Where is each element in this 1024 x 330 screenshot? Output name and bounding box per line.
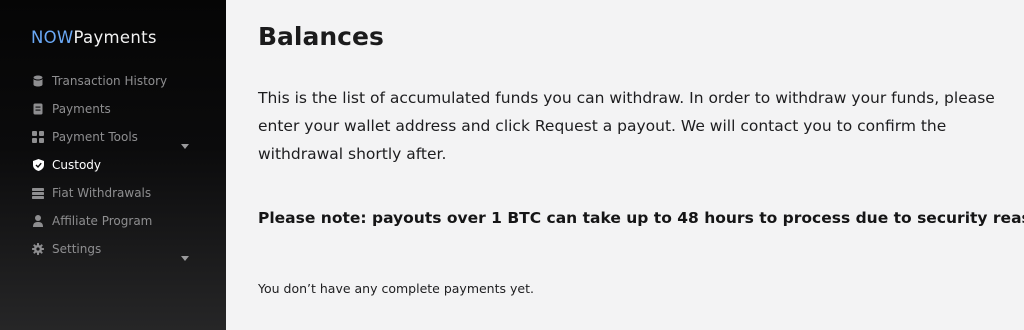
main-content: Balances This is the list of accumulated…: [226, 0, 1024, 330]
database-icon: [32, 75, 44, 87]
sidebar-item-label: Affiliate Program: [52, 214, 153, 228]
page-title: Balances: [258, 22, 384, 51]
sidebar-item-custody[interactable]: Custody: [0, 151, 226, 179]
sidebar-item-label: Custody: [52, 158, 102, 172]
user-icon: [32, 215, 44, 227]
sidebar-item-label: Fiat Withdrawals: [52, 186, 152, 200]
shield-icon: [32, 159, 44, 171]
document-icon: [32, 103, 44, 115]
sidebar-item-label: Settings: [52, 242, 102, 256]
chevron-down-icon[interactable]: [181, 246, 189, 265]
intro-text: This is the list of accumulated funds yo…: [258, 89, 995, 163]
gear-icon: [32, 243, 44, 255]
sidebar-item-payments[interactable]: Payments: [0, 95, 226, 123]
brand-logo-suffix: Payments: [73, 28, 157, 47]
sidebar-item-label: Payments: [52, 102, 111, 116]
brand-logo-prefix: NOW: [31, 28, 74, 47]
brand-logo[interactable]: NOWPayments: [31, 28, 157, 47]
sidebar-item-label: Transaction History: [52, 74, 168, 88]
sidebar-nav: Transaction History Payments Payment Too…: [0, 67, 226, 263]
security-note: Please note: payouts over 1 BTC can take…: [258, 209, 1024, 227]
sidebar-item-settings[interactable]: Settings: [0, 235, 226, 263]
sidebar-item-label: Payment Tools: [52, 130, 138, 144]
grid-icon: [32, 131, 44, 143]
sidebar-item-fiat-withdrawals[interactable]: Fiat Withdrawals: [0, 179, 226, 207]
empty-state-message: You don’t have any complete payments yet…: [258, 281, 534, 296]
money-stack-icon: [32, 187, 44, 199]
sidebar-item-payment-tools[interactable]: Payment Tools: [0, 123, 226, 151]
sidebar: NOWPayments Transaction History Payments: [0, 0, 226, 330]
sidebar-item-affiliate-program[interactable]: Affiliate Program: [0, 207, 226, 235]
sidebar-item-transaction-history[interactable]: Transaction History: [0, 67, 226, 95]
